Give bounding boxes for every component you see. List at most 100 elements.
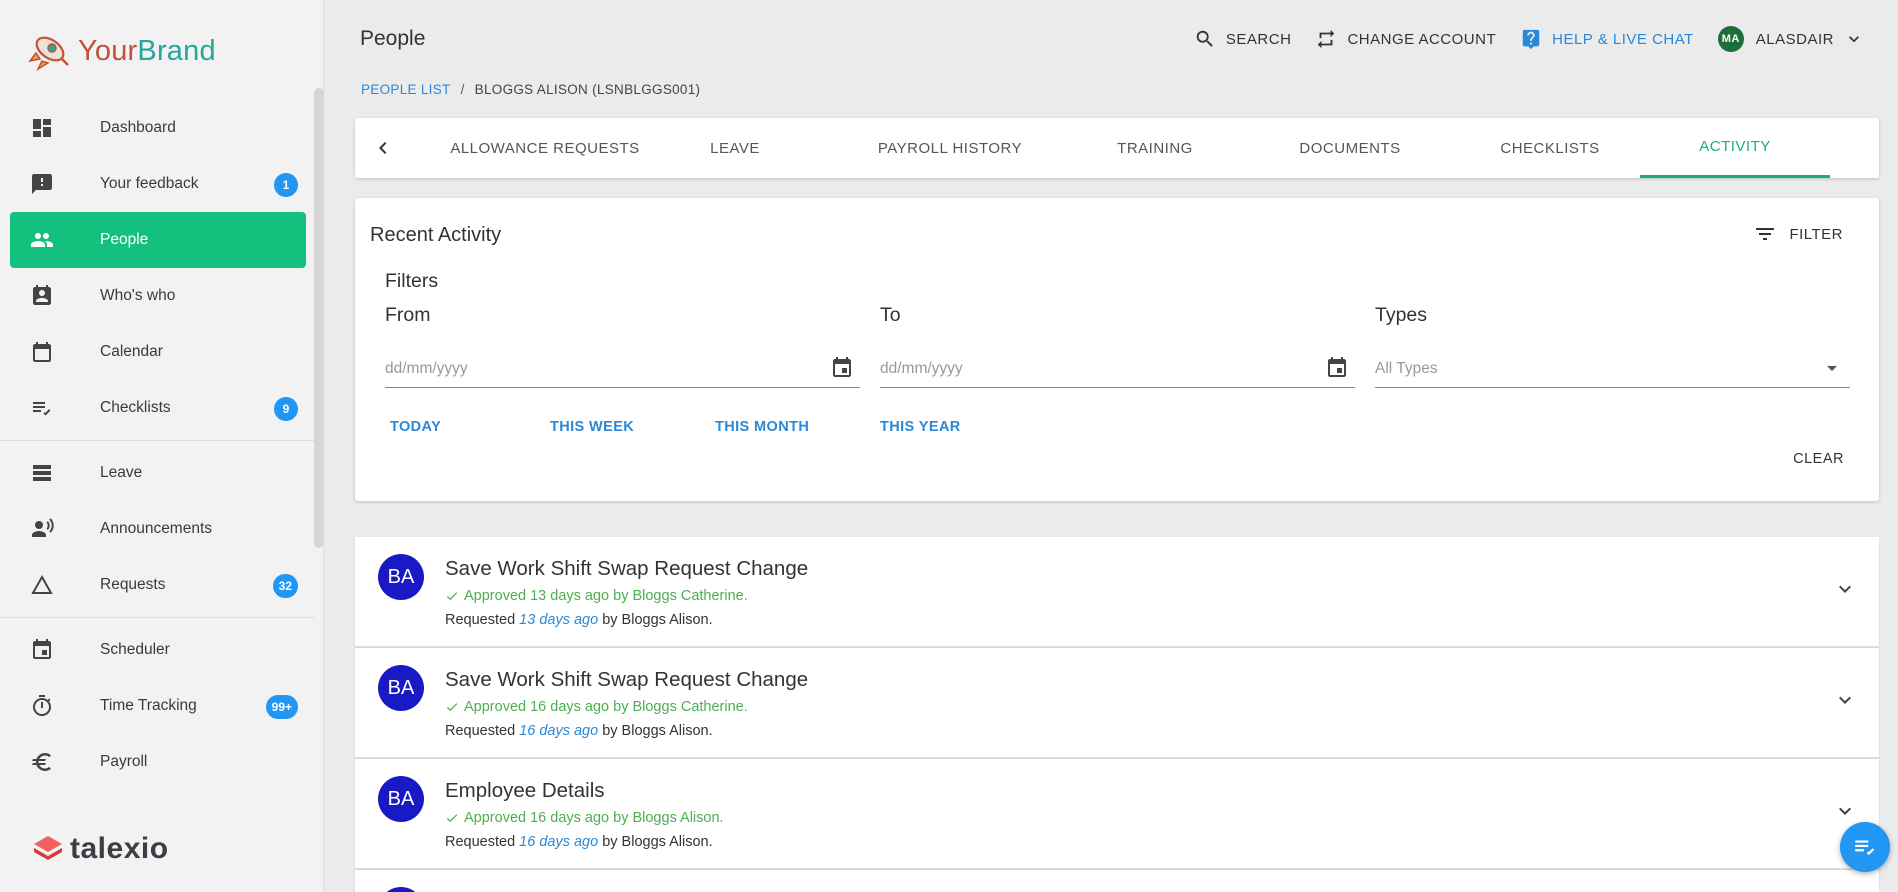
- sidebar-item-people[interactable]: People: [10, 212, 306, 268]
- sidebar-item-leave[interactable]: Leave: [10, 445, 306, 501]
- to-date-placeholder: dd/mm/yyyy: [880, 360, 963, 377]
- activity-status-text: Approved 13 days ago by Bloggs Catherine…: [464, 588, 748, 604]
- sidebar-item-label: Your feedback: [100, 175, 199, 192]
- calendar-icon[interactable]: [830, 356, 854, 380]
- tab-allowance-requests[interactable]: ALLOWANCE REQUESTS: [435, 118, 655, 178]
- filter-button[interactable]: FILTER: [1753, 222, 1843, 246]
- chevron-down-icon[interactable]: [1833, 688, 1857, 712]
- search-label: SEARCH: [1225, 30, 1292, 48]
- sidebar-item-label: Scheduler: [100, 641, 170, 658]
- types-placeholder: All Types: [1375, 360, 1438, 377]
- help-live-chat-button[interactable]: HELP & LIVE CHAT: [1520, 28, 1694, 50]
- checklist-fab-button[interactable]: [1840, 822, 1890, 872]
- check-icon: [446, 814, 458, 823]
- sidebar-item-payroll[interactable]: Payroll: [10, 734, 306, 790]
- euro-icon: [32, 753, 51, 771]
- search-button[interactable]: SEARCH: [1194, 28, 1292, 50]
- tab-documents[interactable]: DOCUMENTS: [1255, 118, 1445, 178]
- nav-divider: [0, 440, 314, 441]
- help-icon: [1522, 29, 1540, 50]
- tab-activity[interactable]: ACTIVITY: [1640, 118, 1830, 178]
- people-icon: [31, 233, 53, 247]
- sidebar-item-label: Checklists: [100, 399, 171, 416]
- types-select[interactable]: All Types: [1375, 352, 1850, 388]
- chevron-left-icon[interactable]: [371, 136, 395, 160]
- sidebar-item-scheduler[interactable]: Scheduler: [10, 622, 306, 678]
- avatar: [378, 887, 424, 892]
- clear-button[interactable]: CLEAR: [1793, 451, 1844, 467]
- contact-card-icon: [33, 285, 51, 305]
- this-week-button[interactable]: THIS WEEK: [550, 419, 634, 435]
- from-date-field[interactable]: dd/mm/yyyy: [385, 352, 860, 388]
- page-title: People: [360, 27, 426, 50]
- recent-activity-card: Recent Activity FILTER Filters From To T…: [355, 198, 1879, 501]
- sidebar-item-time-tracking[interactable]: Time Tracking 99+: [10, 678, 306, 734]
- chevron-down-icon[interactable]: [1833, 577, 1857, 601]
- sidebar-item-announcements[interactable]: Announcements: [10, 501, 306, 557]
- sidebar-item-calendar[interactable]: Calendar: [10, 324, 306, 380]
- tab-training[interactable]: TRAINING: [1085, 118, 1225, 178]
- user-avatar: MA: [1717, 26, 1744, 52]
- change-account-label: CHANGE ACCOUNT: [1347, 30, 1497, 48]
- breadcrumb: PEOPLE LIST / BLOGGS ALISON (LSNBLGGS001…: [361, 82, 700, 97]
- sidebar-item-label: Dashboard: [100, 119, 176, 136]
- avatar: BA: [378, 776, 424, 822]
- sidebar-item-label: Announcements: [100, 520, 213, 537]
- swap-icon: [1318, 29, 1335, 49]
- recent-activity-title: Recent Activity: [370, 224, 502, 246]
- activity-status-text: Approved 16 days ago by Bloggs Catherine…: [464, 699, 748, 715]
- user-name: ALASDAIR: [1755, 30, 1834, 48]
- filters-heading: Filters: [385, 270, 439, 292]
- activity-requested: Requested 16 days ago by Bloggs Alison.: [445, 723, 713, 739]
- tab-leave[interactable]: LEAVE: [675, 118, 795, 178]
- sidebar-item-label: Time Tracking: [100, 697, 197, 714]
- check-icon: [446, 592, 458, 601]
- profile-tabs: ALLOWANCE REQUESTS LEAVE PAYROLL HISTORY…: [355, 118, 1879, 178]
- this-month-button[interactable]: THIS MONTH: [715, 419, 809, 435]
- announcement-icon: [32, 518, 54, 537]
- activity-item[interactable]: BA Save Work Shift Swap Request Change A…: [355, 537, 1879, 647]
- calendar-icon: [33, 342, 51, 362]
- sidebar-item-checklists[interactable]: Checklists 9: [10, 380, 306, 436]
- brand-logo[interactable]: YourBrand: [28, 30, 216, 72]
- avatar: BA: [378, 554, 424, 600]
- sidebar-item-whos-who[interactable]: Who's who: [10, 268, 306, 324]
- sidebar-item-dashboard[interactable]: Dashboard: [10, 100, 306, 156]
- sidebar-item-label: Leave: [100, 464, 143, 481]
- from-label: From: [385, 304, 431, 326]
- help-label: HELP & LIVE CHAT: [1552, 30, 1694, 48]
- chevron-down-icon[interactable]: [1833, 799, 1857, 823]
- activity-title: Save Work Shift Swap Request Change: [445, 557, 809, 580]
- sidebar-scrollbar[interactable]: [314, 88, 324, 548]
- count-badge: 9: [274, 397, 298, 421]
- filter-icon: [1756, 228, 1775, 240]
- sidebar-nav: Dashboard Your feedback 1 People Who's w…: [0, 100, 316, 790]
- sidebar-item-your-feedback[interactable]: Your feedback 1: [10, 156, 306, 212]
- sidebar-item-label: Who's who: [100, 287, 176, 304]
- today-button[interactable]: TODAY: [390, 419, 441, 435]
- calendar-icon[interactable]: [1325, 356, 1349, 380]
- activity-item[interactable]: [355, 870, 1879, 892]
- top-toolbar: SEARCH CHANGE ACCOUNT HELP & LIVE CHAT M…: [1170, 22, 1864, 56]
- to-date-field[interactable]: dd/mm/yyyy: [880, 352, 1355, 388]
- dropdown-arrow-icon: [1827, 366, 1837, 371]
- activity-title: Employee Details: [445, 779, 605, 802]
- requested-ago: 16 days ago: [519, 834, 599, 850]
- breadcrumb-people-list-link[interactable]: PEOPLE LIST: [361, 82, 451, 97]
- tab-checklists[interactable]: CHECKLISTS: [1455, 118, 1645, 178]
- activity-item[interactable]: BA Employee Details Approved 16 days ago…: [355, 759, 1879, 869]
- activity-item[interactable]: BA Save Work Shift Swap Request Change A…: [355, 648, 1879, 758]
- leave-icon: [33, 465, 51, 481]
- change-account-button[interactable]: CHANGE ACCOUNT: [1315, 28, 1496, 50]
- sidebar-item-requests[interactable]: Requests 32: [10, 557, 306, 613]
- tab-payroll-history[interactable]: PAYROLL HISTORY: [855, 118, 1045, 178]
- breadcrumb-separator: /: [460, 82, 465, 97]
- activity-status: Approved 16 days ago by Bloggs Catherine…: [445, 699, 748, 715]
- checklist-icon: [33, 402, 51, 416]
- this-year-button[interactable]: THIS YEAR: [880, 419, 961, 435]
- user-menu[interactable]: MA ALASDAIR: [1717, 26, 1864, 52]
- sidebar-item-label: Payroll: [100, 753, 148, 770]
- talexio-wordmark: talexio: [70, 832, 169, 865]
- sidebar: YourBrand Dashboard Your feedback 1 Peop…: [0, 0, 324, 892]
- to-label: To: [880, 304, 901, 326]
